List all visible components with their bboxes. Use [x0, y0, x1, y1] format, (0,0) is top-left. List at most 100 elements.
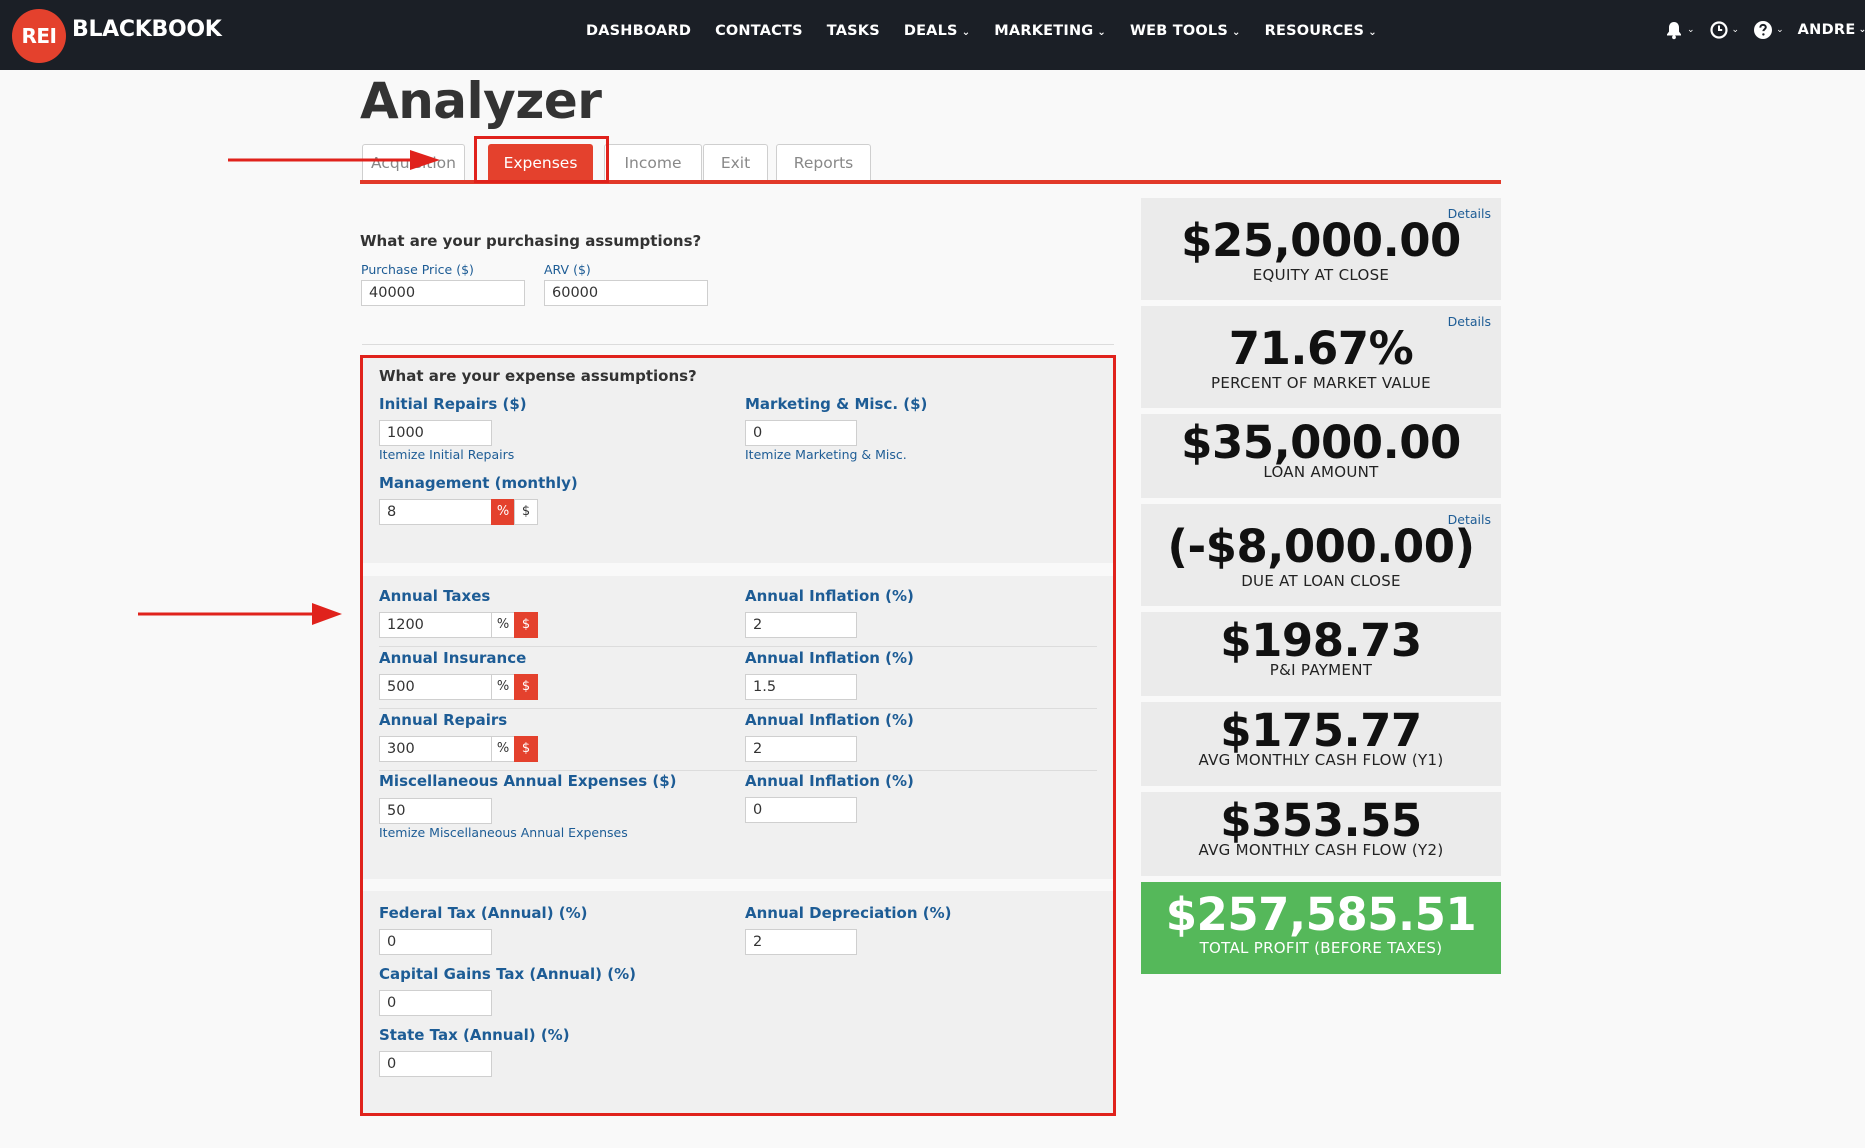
tab-acquisition[interactable]: Acquisition	[362, 144, 465, 180]
tab-exit[interactable]: Exit	[703, 144, 768, 180]
equity-label: EQUITY AT CLOSE	[1252, 266, 1390, 284]
bell-icon	[1667, 22, 1681, 40]
chevron-down-icon: ⌄	[1097, 27, 1106, 38]
arv-input[interactable]	[544, 280, 708, 306]
summary-card-percent-market: Details 71.67% PERCENT OF MARKET VALUE	[1141, 306, 1501, 408]
tab-income[interactable]: Income	[604, 144, 702, 180]
annotation-arrow	[138, 603, 342, 625]
management-percent-toggle[interactable]: %	[491, 499, 515, 525]
annual-insurance-label: Annual Insurance	[379, 649, 527, 667]
loan-amount-value: $35,000.00	[1181, 416, 1461, 469]
state-tax-input[interactable]	[379, 1051, 492, 1077]
misc-inflation-input[interactable]	[745, 797, 857, 823]
chevron-down-icon: ⌄	[1368, 27, 1377, 38]
initial-repairs-input[interactable]	[379, 420, 492, 446]
federal-tax-label: Federal Tax (Annual) (%)	[379, 904, 588, 922]
pi-payment-value: $198.73	[1220, 614, 1422, 667]
annual-repairs-label: Annual Repairs	[379, 711, 508, 729]
nav-item-marketing[interactable]: MARKETING ⌄	[994, 23, 1106, 45]
summary-card-total-profit: $257,585.51 TOTAL PROFIT (BEFORE TAXES)	[1141, 882, 1501, 974]
nav-label: DASHBOARD	[586, 23, 692, 39]
expense-question: What are your expense assumptions?	[379, 367, 697, 385]
loan-amount-label: LOAN AMOUNT	[1263, 463, 1379, 481]
annual-repairs-percent-toggle[interactable]: %	[491, 736, 515, 762]
annual-taxes-label: Annual Taxes	[379, 587, 491, 605]
chevron-down-icon: ⌄	[1858, 25, 1865, 35]
nav-label: TASKS	[826, 23, 880, 39]
tab-expenses[interactable]: Expenses	[488, 144, 593, 180]
equity-value: $25,000.00	[1181, 214, 1461, 267]
total-profit-label: TOTAL PROFIT (BEFORE TAXES)	[1199, 939, 1443, 957]
nav-item-deals[interactable]: DEALS ⌄	[904, 23, 970, 45]
nav-item-resources[interactable]: RESOURCES ⌄	[1265, 23, 1377, 45]
summary-card-equity: Details $25,000.00 EQUITY AT CLOSE	[1141, 198, 1501, 300]
pi-payment-label: P&I PAYMENT	[1269, 661, 1373, 679]
insurance-inflation-label: Annual Inflation (%)	[745, 649, 914, 667]
notifications-button[interactable]: ⌄	[1664, 20, 1695, 40]
repairs-inflation-label: Annual Inflation (%)	[745, 711, 914, 729]
nav-label: DEALS	[903, 23, 958, 39]
chevron-down-icon: ⌄	[1232, 27, 1241, 38]
misc-expenses-input[interactable]	[379, 798, 492, 824]
taxes-inflation-input[interactable]	[745, 612, 857, 638]
section-divider	[362, 344, 1114, 345]
summary-card-loan-amount: $35,000.00 LOAN AMOUNT	[1141, 414, 1501, 498]
summary-card-due-at-close: Details (-$8,000.00) DUE AT LOAN CLOSE	[1141, 504, 1501, 606]
initial-repairs-label: Initial Repairs ($)	[379, 395, 527, 413]
taxes-inflation-label: Annual Inflation (%)	[745, 587, 914, 605]
nav-item-web-tools[interactable]: WEB TOOLS ⌄	[1130, 23, 1241, 45]
capital-gains-tax-input[interactable]	[379, 990, 492, 1016]
logo-badge[interactable]: REI	[12, 9, 66, 63]
nav-item-tasks[interactable]: TASKS	[827, 23, 880, 45]
itemize-misc-link[interactable]: Itemize Miscellaneous Annual Expenses	[379, 825, 628, 840]
cash-flow-y1-label: AVG MONTHLY CASH FLOW (Y1)	[1198, 751, 1444, 769]
user-name: ANDRE	[1797, 22, 1856, 38]
purchase-price-label: Purchase Price ($)	[361, 262, 474, 277]
management-dollar-toggle[interactable]: $	[514, 499, 538, 525]
annual-insurance-percent-toggle[interactable]: %	[491, 674, 515, 700]
chevron-down-icon: ⌄	[1776, 25, 1784, 35]
purchasing-question: What are your purchasing assumptions?	[360, 232, 702, 250]
clock-icon	[1709, 21, 1728, 39]
percent-market-value: 71.67%	[1228, 322, 1414, 375]
misc-inflation-label: Annual Inflation (%)	[745, 772, 914, 790]
tab-reports[interactable]: Reports	[776, 144, 871, 180]
purchase-price-input[interactable]	[361, 280, 525, 306]
main-nav: DASHBOARD CONTACTS TASKS DEALS ⌄ MARKETIN…	[586, 23, 1401, 45]
marketing-input[interactable]	[745, 420, 857, 446]
depreciation-input[interactable]	[745, 929, 857, 955]
logo-text[interactable]: BLACKBOOK	[72, 17, 222, 42]
repairs-inflation-input[interactable]	[745, 736, 857, 762]
history-button[interactable]: ⌄	[1709, 20, 1739, 40]
help-button[interactable]: ⌄	[1753, 20, 1784, 40]
nav-item-contacts[interactable]: CONTACTS	[715, 23, 803, 45]
itemize-marketing-link[interactable]: Itemize Marketing & Misc.	[745, 447, 907, 462]
annual-taxes-input[interactable]	[379, 612, 492, 638]
chevron-down-icon: ⌄	[961, 27, 971, 38]
row-divider	[379, 708, 1097, 709]
federal-tax-input[interactable]	[379, 929, 492, 955]
summary-card-cash-flow-y1: $175.77 AVG MONTHLY CASH FLOW (Y1)	[1141, 702, 1501, 786]
annual-insurance-dollar-toggle[interactable]: $	[514, 674, 538, 700]
chevron-down-icon: ⌄	[1687, 25, 1695, 35]
annual-repairs-input[interactable]	[379, 736, 492, 762]
due-at-close-value: (-$8,000.00)	[1167, 520, 1475, 573]
annual-taxes-percent-toggle[interactable]: %	[491, 612, 515, 638]
insurance-inflation-input[interactable]	[745, 674, 857, 700]
user-menu[interactable]: ANDRE ⌄	[1798, 22, 1865, 38]
annual-insurance-input[interactable]	[379, 674, 492, 700]
page-title: Analyzer	[360, 72, 602, 130]
capital-gains-tax-label: Capital Gains Tax (Annual) (%)	[379, 965, 636, 983]
header-utilities: ⌄ ⌄ ⌄ ANDRE ⌄	[1664, 20, 1865, 40]
annual-taxes-dollar-toggle[interactable]: $	[514, 612, 538, 638]
management-input[interactable]	[379, 499, 492, 525]
row-divider	[379, 770, 1097, 771]
cash-flow-y1-value: $175.77	[1220, 704, 1422, 757]
depreciation-label: Annual Depreciation (%)	[745, 904, 952, 922]
tab-underline	[360, 180, 1501, 184]
cash-flow-y2-label: AVG MONTHLY CASH FLOW (Y2)	[1198, 841, 1444, 859]
management-label: Management (monthly)	[379, 474, 578, 492]
annual-repairs-dollar-toggle[interactable]: $	[514, 736, 538, 762]
nav-item-dashboard[interactable]: DASHBOARD	[586, 23, 691, 45]
itemize-initial-repairs-link[interactable]: Itemize Initial Repairs	[379, 447, 514, 462]
